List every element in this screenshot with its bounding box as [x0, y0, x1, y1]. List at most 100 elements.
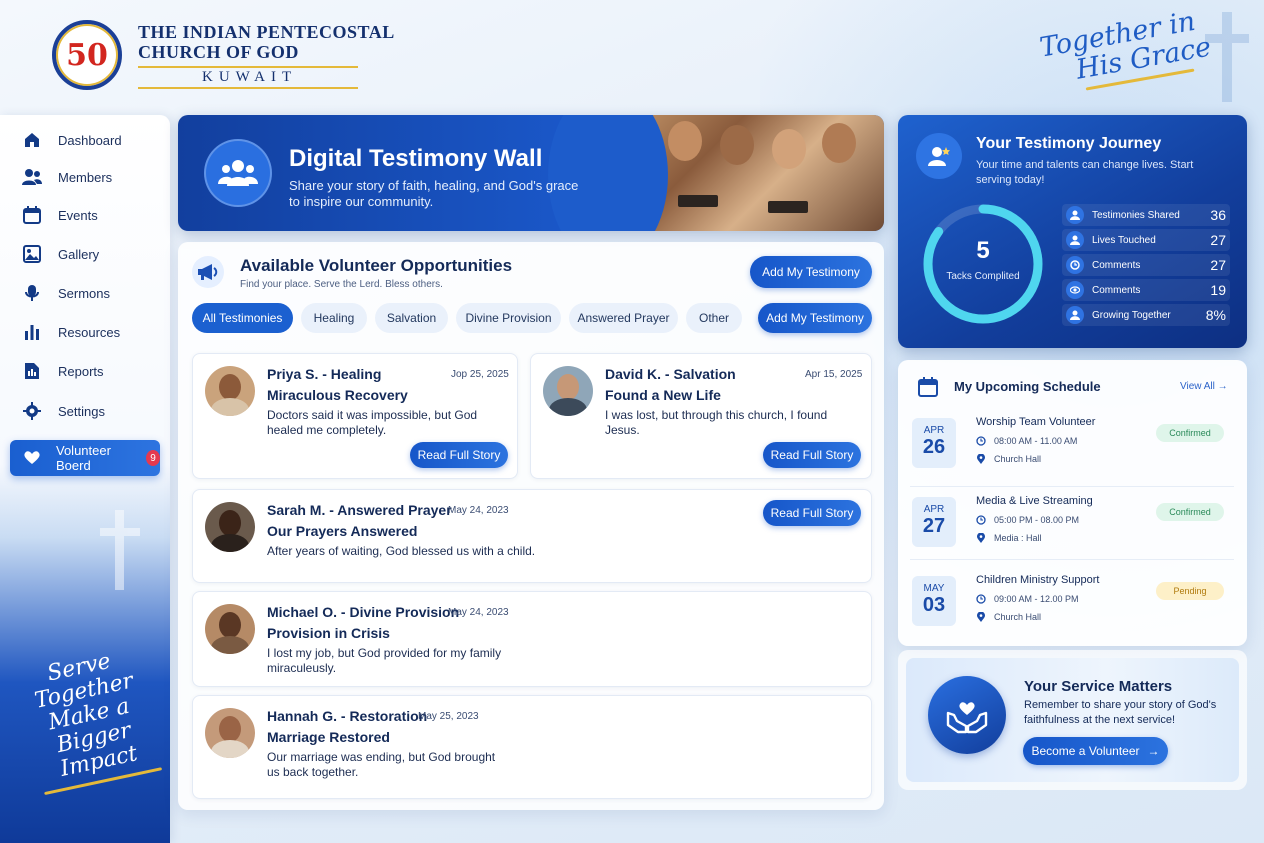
event-location: Church Hall: [976, 612, 1041, 622]
users-icon: [22, 167, 42, 187]
person-icon: [1066, 231, 1084, 249]
sidebar-item-events[interactable]: Events: [22, 202, 98, 228]
testimony-excerpt: Our marriage was ending, but God brought…: [267, 750, 496, 779]
sidebar-item-reports[interactable]: Reports: [22, 358, 104, 384]
stat-testimonies-shared: Testimonies Shared 36: [1062, 204, 1230, 226]
event-month: APR: [923, 425, 945, 436]
filter-healing[interactable]: Healing: [301, 303, 367, 333]
testimony-date: May 25, 2023: [418, 711, 479, 722]
clock-icon: [976, 436, 986, 446]
person-icon: [1066, 306, 1084, 324]
testimony-date: May 24, 2023: [448, 505, 509, 516]
stat-value: 27: [1210, 257, 1226, 273]
read-full-story-button[interactable]: Read Full Story: [763, 500, 861, 526]
add-my-testimony-button[interactable]: Add My Testimony: [750, 256, 872, 288]
hero-banner: Digital Testimony Wall Share your story …: [178, 115, 884, 231]
avatar: [205, 604, 255, 654]
sidebar-item-settings[interactable]: Settings: [22, 398, 105, 424]
cross-silhouette-icon: [100, 510, 140, 590]
testimony-card: David K. - Salvation Apr 15, 2025 Found …: [530, 353, 872, 479]
event-date: APR 26: [912, 418, 956, 468]
bible-icon: [768, 201, 808, 213]
filter-answered-prayer[interactable]: Answered Prayer: [569, 303, 678, 333]
add-my-testimony-button-secondary[interactable]: Add My Testimony: [758, 303, 872, 333]
testimony-card: Hannah G. - Restoration May 25, 2023 Mar…: [192, 695, 872, 799]
filter-other[interactable]: Other: [686, 303, 742, 333]
view-all-label: View All: [1180, 381, 1215, 392]
testimony-headline: Marriage Restored: [267, 729, 390, 745]
sidebar-item-label: Gallery: [58, 246, 100, 262]
event-day: 03: [922, 594, 946, 616]
event-location: Church Hall: [976, 454, 1041, 464]
service-banner: Your Service Matters Remember to share y…: [906, 658, 1239, 782]
stat-label: Testimonies Shared: [1092, 209, 1180, 221]
service-title: Your Service Matters: [1024, 678, 1173, 695]
schedule-item[interactable]: APR 26 Worship Team Volunteer 08:00 AM - …: [910, 416, 1234, 488]
stat-comments-secondary: Comments 19: [1062, 279, 1230, 301]
location-pin-icon: [976, 454, 986, 464]
filter-salvation[interactable]: Salvation: [375, 303, 448, 333]
schedule-item[interactable]: APR 27 Media & Live Streaming 05:00 PM - …: [910, 495, 1234, 567]
heart-hands-icon: [928, 676, 1006, 754]
church-name: THE INDIAN PENTECOSTAL CHURCH OF GOD KUW…: [138, 22, 395, 89]
sidebar-item-volunteer-board[interactable]: Volunteer Boerd 9: [10, 440, 160, 476]
stat-label: Lives Touched: [1092, 234, 1156, 246]
filter-all-testimonies[interactable]: All Testimonies: [192, 303, 293, 333]
read-full-story-button[interactable]: Read Full Story: [410, 442, 508, 468]
hero-subtitle: Share your story of faith, healing, and …: [289, 178, 579, 209]
avatar: [205, 708, 255, 758]
church-logo[interactable]: 50 THE INDIAN PENTECOSTAL CHURCH OF GOD …: [52, 20, 395, 90]
sidebar-item-sermons[interactable]: Sermons: [22, 280, 110, 306]
calendar-icon: [22, 205, 42, 225]
section-subtitle: Find your place. Serve the Lerd. Bless o…: [240, 279, 443, 290]
testimony-headline: Miraculous Recovery: [267, 387, 408, 403]
testimony-excerpt: After years of waiting, God blessed us w…: [267, 544, 536, 558]
photo-person: [668, 121, 702, 161]
sidebar-item-label: Events: [58, 207, 98, 223]
event-month: MAY: [923, 583, 945, 594]
gear-icon: [22, 401, 42, 421]
stat-value: 27: [1210, 232, 1226, 248]
avatar: [205, 502, 255, 552]
event-day: 26: [922, 436, 946, 458]
view-all-link[interactable]: View All →: [1180, 381, 1228, 392]
arrow-right-icon: →: [1217, 381, 1228, 392]
event-title: Media & Live Streaming: [976, 495, 1093, 507]
stat-value: 8%: [1205, 307, 1226, 323]
testimony-date: Jop 25, 2025: [451, 369, 509, 380]
status-badge: Confirmed: [1156, 424, 1224, 442]
person-star-icon: [916, 133, 962, 179]
testimony-headline: Our Prayers Answered: [267, 523, 418, 539]
stat-label: Comments: [1092, 284, 1141, 296]
testimony-headline: Provision in Crisis: [267, 625, 390, 641]
sidebar-item-label: Members: [58, 169, 113, 185]
sidebar-item-members[interactable]: Members: [22, 164, 112, 190]
status-badge: Pending: [1156, 582, 1224, 600]
photo-person: [772, 129, 806, 169]
sidebar-item-label: Reports: [58, 363, 104, 379]
eye-icon: [1066, 281, 1084, 299]
sidebar-item-label: Dashboard: [58, 132, 122, 148]
document-icon: [22, 361, 42, 381]
sidebar-item-gallery[interactable]: Gallery: [22, 241, 99, 267]
sidebar-slogan: Serve Together Make a Bigger Impact: [8, 642, 172, 797]
sidebar-item-dashboard[interactable]: Dashboard: [22, 127, 122, 153]
photo-person: [720, 125, 754, 165]
event-title: Children Ministry Support: [976, 574, 1100, 586]
sidebar-item-resources[interactable]: Resources: [22, 319, 120, 345]
image-icon: [22, 244, 42, 264]
divider: [910, 559, 1234, 560]
become-volunteer-label: Become a Volunteer: [1031, 744, 1140, 758]
section-title: Available Volunteer Opportunities: [240, 256, 513, 275]
read-full-story-button[interactable]: Read Full Story: [763, 442, 861, 468]
church-name-line1: THE INDIAN PENTECOSTAL: [138, 21, 395, 42]
testimony-author: Sarah M. - Answered Prayer: [267, 502, 452, 518]
schedule-item[interactable]: MAY 03 Children Ministry Support 09:00 AM…: [910, 574, 1234, 646]
testimony-author: Michael O. - Divine Provision: [267, 604, 460, 620]
arrow-right-icon: →: [1147, 744, 1160, 758]
become-volunteer-button[interactable]: Become a Volunteer →: [1023, 737, 1168, 765]
testimony-card: Michael O. - Divine Provision May 24, 20…: [192, 591, 872, 687]
stat-value: 36: [1210, 207, 1226, 223]
event-month: APR: [923, 504, 945, 515]
filter-divine-provision[interactable]: Divine Provision: [456, 303, 561, 333]
